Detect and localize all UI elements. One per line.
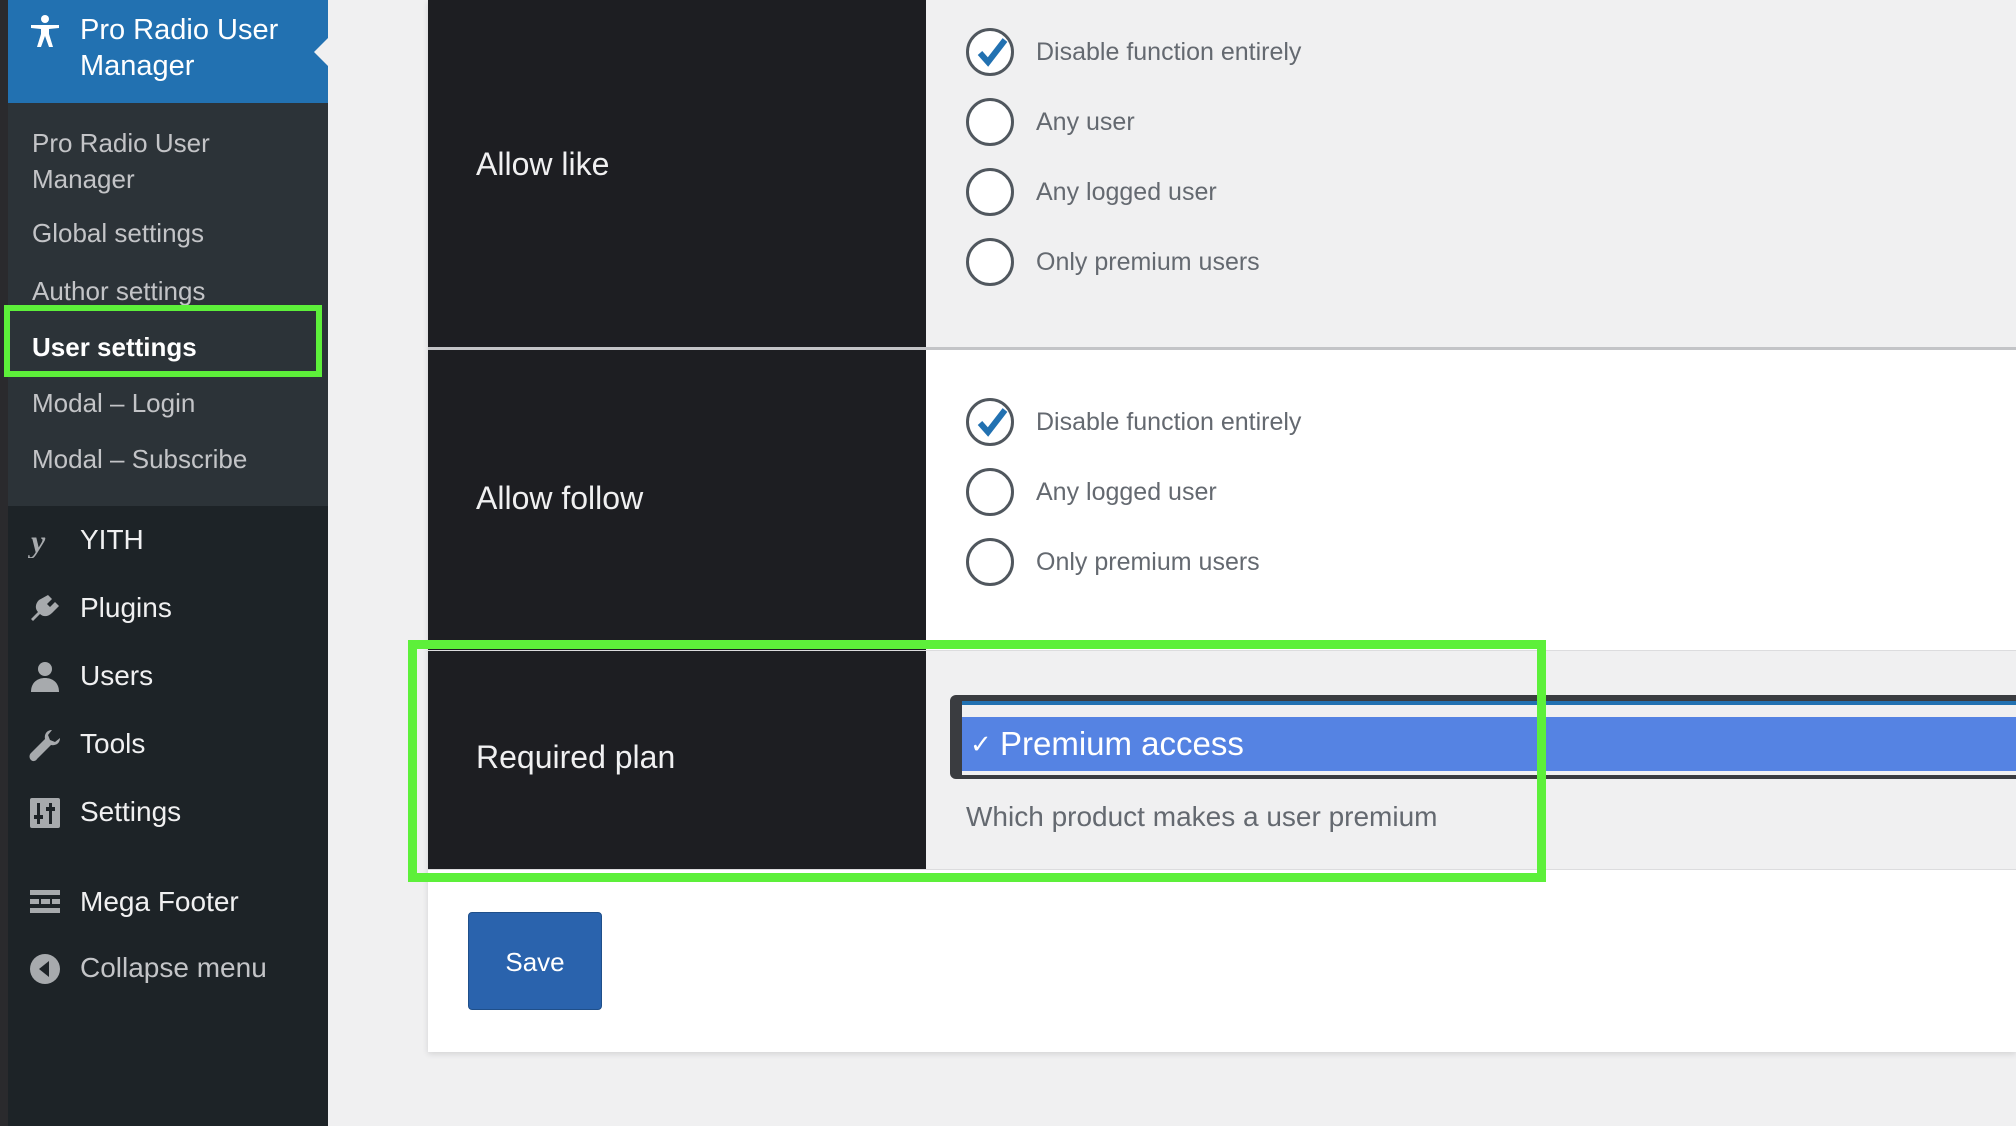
- radio-option[interactable]: Any logged user: [966, 168, 1666, 220]
- submenu-item-author-settings[interactable]: Author settings: [32, 273, 312, 309]
- radio-button-checked[interactable]: [966, 28, 1014, 76]
- radio-button[interactable]: [966, 168, 1014, 216]
- active-menu-title: Pro Radio User Manager: [80, 14, 279, 82]
- setting-row-allow-follow: Allow follow Disable function entirely A…: [428, 350, 2016, 650]
- radio-option[interactable]: Disable function entirely: [966, 28, 1666, 80]
- tools-icon: [29, 730, 60, 762]
- radio-button[interactable]: [966, 538, 1014, 586]
- value-cell: Disable function entirely Any user Any l…: [926, 0, 2016, 350]
- save-button[interactable]: Save: [468, 912, 602, 1010]
- menu-label-settings: Settings: [80, 796, 182, 827]
- user-settings-highlight: [4, 305, 322, 377]
- menu-item-mega-footer[interactable]: Mega Footer: [8, 874, 328, 934]
- radio-label: Only premium users: [1036, 248, 1260, 276]
- radio-label: Any logged user: [1036, 178, 1217, 206]
- submenu: Pro Radio User Manager Global settings A…: [4, 103, 328, 506]
- setting-label-allow-follow: Allow follow: [476, 480, 644, 516]
- checkmark-icon: [977, 408, 1008, 437]
- menu-label-collapse: Collapse menu: [80, 952, 267, 983]
- menu-item-yith[interactable]: y YITH: [8, 512, 328, 572]
- radio-label: Any logged user: [1036, 478, 1217, 506]
- radio-label: Any user: [1036, 108, 1135, 136]
- radio-button[interactable]: [966, 468, 1014, 516]
- radio-option[interactable]: Any logged user: [966, 468, 1666, 520]
- label-cell: Allow like: [428, 0, 926, 350]
- menu-item-settings[interactable]: Settings: [8, 784, 328, 844]
- label-cell: Allow follow: [428, 350, 926, 650]
- setting-row-allow-like: Allow like Disable function entirely Any…: [428, 0, 2016, 350]
- radio-button-checked[interactable]: [966, 398, 1014, 446]
- radio-label: Disable function entirely: [1036, 408, 1302, 436]
- collapse-icon: [30, 954, 60, 984]
- menu-item-users[interactable]: Users: [8, 648, 328, 708]
- submenu-item-global-settings[interactable]: Global settings: [32, 215, 312, 251]
- active-indicator-notch: [314, 38, 328, 66]
- setting-label-allow-like: Allow like: [476, 146, 610, 182]
- yith-icon: y: [28, 524, 46, 558]
- required-plan-highlight: [408, 640, 1546, 882]
- submenu-item-pro-radio-user-manager[interactable]: Pro Radio User Manager: [32, 125, 312, 197]
- submenu-item-modal-login[interactable]: Modal – Login: [32, 385, 312, 421]
- checkmark-icon: [977, 38, 1008, 67]
- settings-card: Allow like Disable function entirely Any…: [428, 0, 2016, 1052]
- menu-item-plugins[interactable]: Plugins: [8, 580, 328, 640]
- radio-label: Only premium users: [1036, 548, 1260, 576]
- menu-label-yith: YITH: [80, 524, 144, 555]
- radio-option[interactable]: Any user: [966, 98, 1666, 150]
- plugins-icon: [31, 595, 59, 621]
- value-cell: Disable function entirely Any logged use…: [926, 350, 2016, 650]
- radio-label: Disable function entirely: [1036, 38, 1302, 66]
- accessibility-icon: [31, 15, 59, 47]
- mega-footer-icon: [30, 890, 60, 913]
- collapse-menu-button[interactable]: Collapse menu: [8, 940, 328, 1000]
- svg-text:y: y: [28, 524, 46, 558]
- radio-option[interactable]: Only premium users: [966, 238, 1666, 290]
- submenu-item-modal-subscribe[interactable]: Modal – Subscribe: [32, 441, 312, 477]
- radio-button[interactable]: [966, 238, 1014, 286]
- menu-label-tools: Tools: [80, 728, 146, 759]
- admin-sidebar: Pro Radio User Manager Pro Radio User Ma…: [4, 0, 328, 1126]
- menu-item-pro-radio-user-manager[interactable]: Pro Radio User Manager: [8, 0, 328, 103]
- window-edge: [0, 0, 8, 1126]
- menu-label-plugins: Plugins: [80, 592, 172, 623]
- radio-option[interactable]: Disable function entirely: [966, 398, 1666, 450]
- settings-icon: [30, 798, 60, 828]
- menu-label-users: Users: [80, 660, 154, 691]
- menu-label-mega-footer: Mega Footer: [80, 886, 239, 917]
- menu-item-tools[interactable]: Tools: [8, 716, 328, 776]
- radio-button[interactable]: [966, 98, 1014, 146]
- radio-option[interactable]: Only premium users: [966, 538, 1666, 590]
- users-icon: [31, 662, 59, 692]
